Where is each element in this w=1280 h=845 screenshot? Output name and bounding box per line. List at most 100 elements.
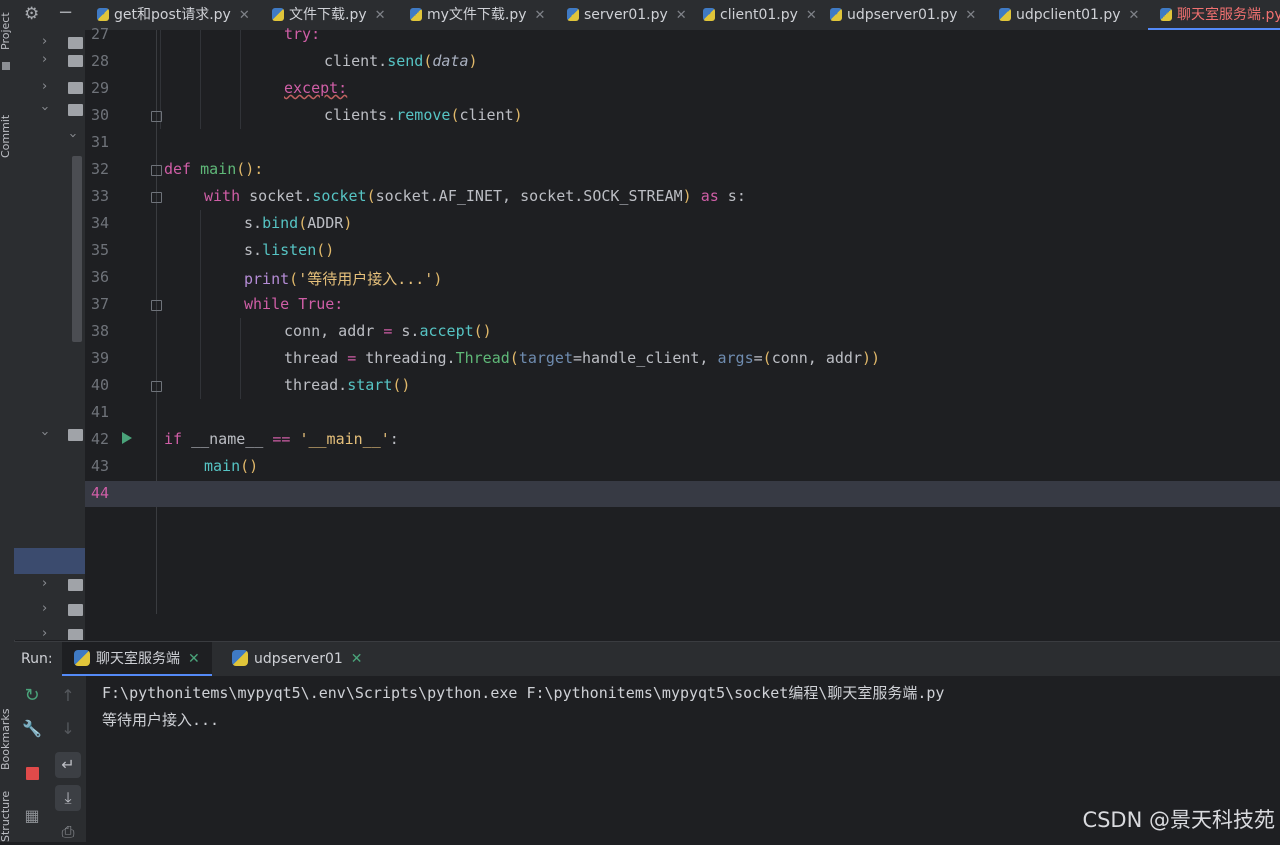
tree-scrollbar[interactable] <box>72 156 82 342</box>
code-line-40: thread.start() <box>284 376 411 394</box>
line-number: 31 <box>91 133 110 151</box>
code-line-34: s.bind(ADDR) <box>244 214 353 232</box>
gear-icon[interactable]: ⚙ <box>24 4 39 24</box>
python-file-icon <box>830 8 842 21</box>
tree-node-selected[interactable] <box>14 548 85 574</box>
python-file-icon <box>703 8 715 21</box>
watermark-text: CSDN @景天科技苑 <box>1082 808 1275 832</box>
code-line-27: try: <box>284 25 321 43</box>
close-icon[interactable]: ✕ <box>965 8 976 23</box>
close-icon[interactable]: ✕ <box>535 8 546 23</box>
run-panel-header: Run: 聊天室服务端 ✕ udpserver01 ✕ <box>14 641 1280 677</box>
soft-wrap-icon[interactable]: ↵ <box>55 752 81 778</box>
editor-tab-bar: get和post请求.py ✕ 文件下载.py ✕ my文件下载.py ✕ serve… <box>85 0 1280 31</box>
code-line-30: clients.remove(client) <box>324 106 523 124</box>
tab-udpclient01[interactable]: udpclient01.py ✕ <box>999 0 1139 30</box>
line-number: 32 <box>91 160 110 178</box>
minus-icon[interactable]: − <box>58 2 73 23</box>
run-toolbar: ↻ ↑ 🔧 ↓ ↵ ▦ ⤓ ⎙ <box>14 676 86 842</box>
folder-icon <box>68 429 83 441</box>
tree-node[interactable]: › <box>14 422 85 448</box>
fold-marker[interactable] <box>151 192 162 203</box>
current-line-highlight <box>85 481 1280 507</box>
line-number-current: 44 <box>91 484 110 502</box>
tab-udpserver01[interactable]: udpserver01.py ✕ <box>830 0 976 30</box>
folder-icon <box>68 579 83 591</box>
line-number: 37 <box>91 295 110 313</box>
close-icon[interactable]: ✕ <box>188 651 200 667</box>
chevron-right-icon[interactable]: › <box>42 34 47 49</box>
close-icon[interactable]: ✕ <box>351 651 363 667</box>
fold-marker[interactable] <box>151 381 162 392</box>
chevron-right-icon[interactable]: › <box>42 79 47 94</box>
chevron-right-icon[interactable]: › <box>42 52 47 67</box>
project-toolbar: ⚙ − <box>14 0 85 31</box>
line-number: 29 <box>91 79 110 97</box>
tree-node[interactable]: › <box>14 572 85 598</box>
scroll-to-end-icon[interactable]: ⤓ <box>55 785 81 811</box>
close-icon[interactable]: ✕ <box>1129 8 1140 23</box>
line-number: 35 <box>91 241 110 259</box>
chevron-down-icon[interactable]: › <box>65 133 80 138</box>
tree-node[interactable]: › <box>14 622 85 640</box>
folder-icon <box>68 629 83 640</box>
close-icon[interactable]: ✕ <box>239 8 250 23</box>
structure-tool-label[interactable]: Structure <box>0 791 15 842</box>
chevron-down-icon[interactable]: › <box>37 106 52 111</box>
tab-my-file-download[interactable]: my文件下载.py ✕ <box>410 0 545 30</box>
tab-chatroom-server[interactable]: 聊天室服务端.py <box>1148 0 1280 30</box>
run-tab-udpserver01[interactable]: udpserver01 ✕ <box>220 642 375 676</box>
line-number: 34 <box>91 214 110 232</box>
fold-marker[interactable] <box>151 165 162 176</box>
stop-icon[interactable] <box>26 767 39 780</box>
chevron-right-icon[interactable]: › <box>42 576 47 591</box>
folder-icon <box>68 104 83 116</box>
tree-node[interactable]: › <box>14 124 85 150</box>
bookmarks-tool-label[interactable]: Bookmarks <box>0 700 15 770</box>
tab-client01[interactable]: client01.py ✕ <box>703 0 817 30</box>
rerun-icon[interactable]: ↻ <box>19 683 45 709</box>
line-number: 41 <box>91 403 110 421</box>
code-line-39: thread = threading.Thread(target=handle_… <box>284 349 881 367</box>
arrow-up-icon[interactable]: ↑ <box>55 683 81 709</box>
console-line: 等待用户接入... <box>102 711 220 729</box>
tree-node[interactable]: › <box>14 97 85 123</box>
run-tab-chatroom-server[interactable]: 聊天室服务端 ✕ <box>62 642 212 676</box>
indent-guide <box>240 30 241 129</box>
indent-guide <box>240 318 241 399</box>
layout-icon[interactable]: ▦ <box>19 803 45 829</box>
chevron-right-icon[interactable]: › <box>42 626 47 640</box>
wrench-icon[interactable]: 🔧 <box>19 716 45 742</box>
fold-marker[interactable] <box>151 111 162 122</box>
folder-icon <box>68 604 83 616</box>
arrow-down-icon[interactable]: ↓ <box>55 716 81 742</box>
close-icon[interactable]: ✕ <box>375 8 386 23</box>
line-number: 33 <box>91 187 110 205</box>
console-line: F:\pythonitems\mypyqt5\.env\Scripts\pyth… <box>102 684 945 702</box>
code-line-35: s.listen() <box>244 241 335 259</box>
python-file-icon <box>410 8 422 21</box>
tab-server01[interactable]: server01.py ✕ <box>567 0 687 30</box>
folder-icon <box>68 55 83 67</box>
print-icon[interactable]: ⎙ <box>55 819 81 845</box>
code-line-38: conn, addr = s.accept() <box>284 322 492 340</box>
close-icon[interactable]: ✕ <box>676 8 687 23</box>
fold-marker[interactable] <box>151 300 162 311</box>
tree-node[interactable]: › <box>14 48 85 74</box>
line-number: 39 <box>91 349 110 367</box>
close-icon[interactable]: ✕ <box>806 8 817 23</box>
project-tool-label[interactable]: Project <box>0 0 15 50</box>
python-file-icon <box>1160 8 1172 21</box>
commit-tool-label[interactable]: Commit <box>0 88 15 158</box>
run-triangle-icon[interactable] <box>122 432 132 444</box>
line-number: 40 <box>91 376 110 394</box>
run-label: Run: <box>21 651 53 667</box>
chevron-right-icon[interactable]: › <box>42 601 47 616</box>
left-tool-strip: Project Commit Bookmarks Structure <box>0 0 15 842</box>
chevron-down-icon[interactable]: › <box>37 431 52 436</box>
line-number: 38 <box>91 322 110 340</box>
code-line-36: print('等待用户接入...') <box>244 270 443 288</box>
python-file-icon <box>232 650 248 666</box>
tree-node[interactable]: › <box>14 597 85 623</box>
code-line-33: with socket.socket(socket.AF_INET, socke… <box>204 187 746 205</box>
